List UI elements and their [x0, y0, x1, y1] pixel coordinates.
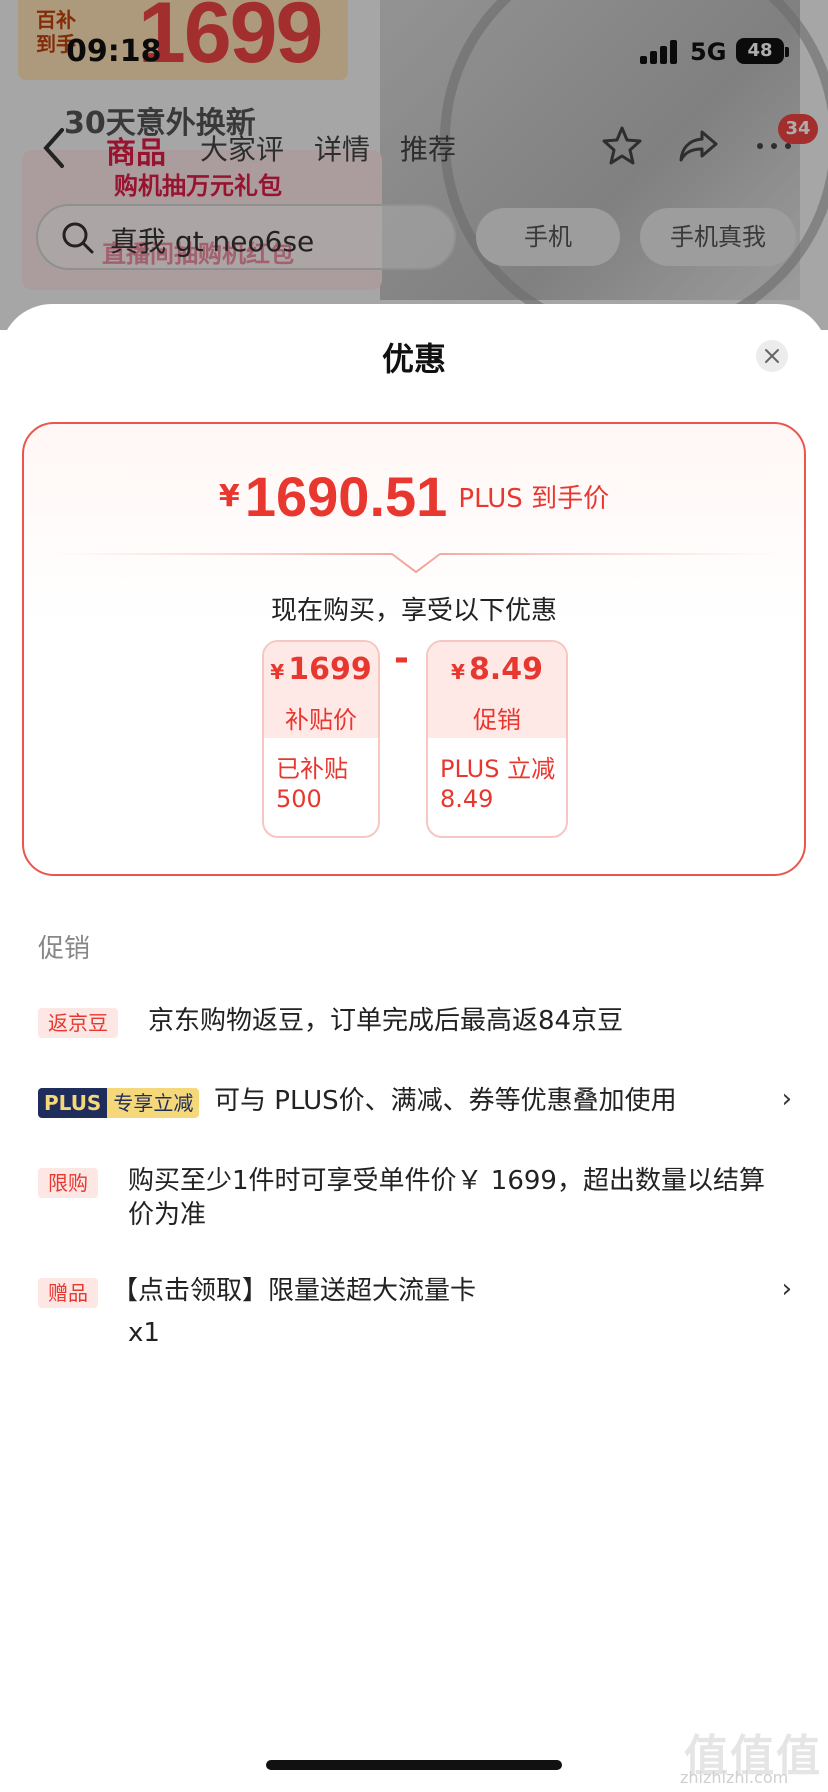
promo-row-plus[interactable]: PLUS 专享立减 可与 PLUS价、满减、券等优惠叠加使用 ›: [38, 1084, 798, 1124]
promo-text-gift: 【点击领取】限量送超大流量卡: [112, 1276, 477, 1306]
final-price-label: PLUS 到手价: [458, 484, 610, 514]
promo-gift-quantity: x1: [128, 1318, 160, 1348]
promo-row-limit: 限购 购买至少1件时可享受单件价￥ 1699，超出数量以结算价为准: [38, 1164, 798, 1236]
watermark-url: zhizhizhi.com: [680, 1768, 789, 1787]
promo-tag-plus: PLUS 专享立减: [38, 1088, 200, 1118]
promo-row-jingdou: 返京豆 京东购物返豆，订单完成后最高返84京豆: [38, 1004, 798, 1044]
chevron-right-icon: ›: [781, 1274, 792, 1304]
currency-symbol: ¥: [218, 479, 240, 514]
promo-tag-gift: 赠品: [38, 1278, 98, 1308]
plus-exclusive-label: 专享立减: [107, 1088, 200, 1118]
plus-tag-label: PLUS: [38, 1088, 108, 1118]
currency-symbol: ¥: [451, 660, 465, 684]
subsidy-note-line-2: 500: [276, 785, 322, 813]
promo-text-limit: 购买至少1件时可享受单件价￥ 1699，超出数量以结算价为准: [128, 1166, 765, 1230]
promotion-note-line-2: 8.49: [440, 785, 494, 813]
pointer-divider: [48, 546, 784, 576]
promotion-discount-card: ¥8.49 促销 PLUS 立减 8.49: [426, 640, 568, 838]
subsidy-price-label: 补贴价: [285, 706, 357, 734]
promotion-discount-value: 8.49: [468, 652, 543, 687]
home-indicator[interactable]: [266, 1760, 562, 1770]
site-watermark: 值值值 zhizhizhi.com: [680, 1720, 828, 1792]
promotion-note-line-1: PLUS 立减: [440, 755, 556, 783]
promo-row-gift[interactable]: 赠品 【点击领取】限量送超大流量卡 x1 ›: [38, 1274, 798, 1354]
promotions-section-label: 促销: [38, 934, 91, 964]
minus-operator: -: [394, 638, 409, 679]
promo-tag-jingdou: 返京豆: [38, 1008, 118, 1038]
promo-text-plus: 可与 PLUS价、满减、券等优惠叠加使用: [214, 1086, 677, 1116]
dim-overlay[interactable]: [0, 0, 828, 330]
promotion-discount-label: 促销: [473, 706, 521, 734]
subsidy-price-card: ¥1699 补贴价 已补贴 500: [262, 640, 380, 838]
buy-now-text: 现在购买，享受以下优惠: [270, 596, 557, 626]
discount-sheet: 优惠 ¥ 1690.51 PLUS 到手价 现在购买，享受以下优惠 ¥1699 …: [0, 304, 828, 1792]
subsidy-note-line-1: 已补贴: [276, 755, 348, 783]
currency-symbol: ¥: [270, 660, 285, 684]
final-price: ¥ 1690.51 PLUS 到手价: [24, 464, 804, 529]
close-icon: [765, 349, 779, 363]
promo-tag-limit: 限购: [38, 1168, 98, 1198]
close-button[interactable]: [756, 340, 788, 372]
chevron-right-icon: ›: [781, 1084, 792, 1114]
promo-text-jingdou: 京东购物返豆，订单完成后最高返84京豆: [148, 1006, 624, 1036]
sheet-title: 优惠: [381, 340, 446, 378]
final-price-amount: 1690.51: [244, 465, 448, 528]
final-price-card: ¥ 1690.51 PLUS 到手价 现在购买，享受以下优惠 ¥1699 补贴价…: [22, 422, 806, 876]
subsidy-price-value: 1699: [288, 652, 372, 687]
